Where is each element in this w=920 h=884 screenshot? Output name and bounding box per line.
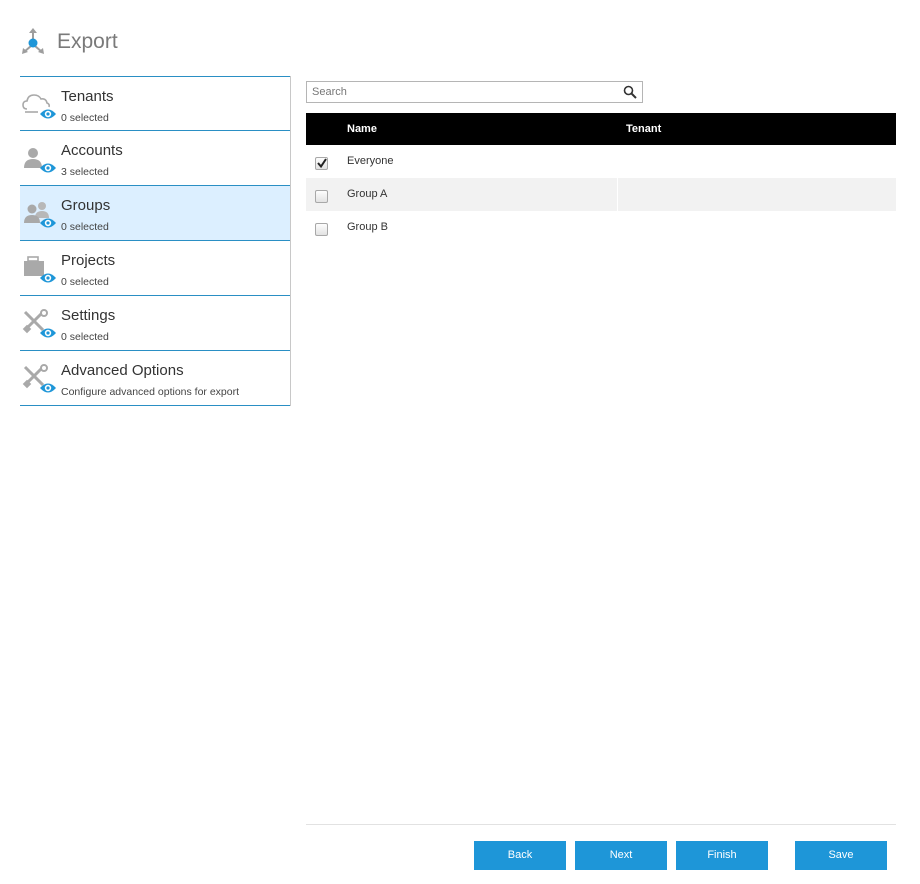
advanced-options-icon (22, 364, 58, 394)
sidebar-item-label: Accounts (61, 142, 123, 159)
page-title: Export (57, 30, 118, 53)
sidebar-item-count: 0 selected (61, 276, 109, 288)
search-icon[interactable] (623, 85, 637, 99)
settings-icon (22, 309, 58, 339)
back-button[interactable]: Back (474, 841, 566, 870)
sidebar-item-label: Advanced Options (61, 362, 184, 379)
sidebar-item-count: 3 selected (61, 166, 109, 178)
sidebar-item-count: 0 selected (61, 112, 109, 124)
tenants-icon (22, 90, 58, 120)
export-icon (20, 27, 46, 57)
sidebar-item-count: 0 selected (61, 221, 109, 233)
search-input[interactable] (307, 82, 617, 102)
sidebar-item-description: Configure advanced options for export (61, 386, 240, 398)
sidebar-item-label: Projects (61, 252, 116, 269)
next-button[interactable]: Next (575, 841, 667, 870)
sidebar-item-label: Tenants (61, 88, 114, 105)
row-checkbox[interactable] (315, 223, 328, 236)
sidebar-item-label: Groups (61, 197, 111, 214)
row-checkbox[interactable] (315, 190, 328, 203)
finish-button[interactable]: Finish (676, 841, 768, 870)
row-name: Everyone (347, 155, 394, 167)
table-row[interactable]: Everyone (306, 145, 896, 178)
search-box (306, 81, 643, 103)
main-content: Name Tenant Everyone Group A Group B (306, 81, 896, 244)
row-checkbox[interactable] (315, 157, 328, 170)
table-row[interactable]: Group B (306, 211, 896, 244)
checkmark-icon (317, 158, 327, 169)
row-name: Group A (347, 188, 388, 200)
sidebar-item-label: Settings (61, 307, 116, 324)
table-row[interactable]: Group A (306, 178, 896, 211)
projects-icon (22, 254, 58, 284)
sidebar-item-count: 0 selected (61, 331, 109, 343)
sidebar-item-advanced-options[interactable]: Advanced Options Configure advanced opti… (20, 351, 290, 406)
sidebar: Tenants 0 selected Accounts 3 selected G… (20, 76, 291, 406)
sidebar-item-settings[interactable]: Settings 0 selected (20, 296, 290, 351)
accounts-icon (22, 144, 58, 174)
sidebar-item-accounts[interactable]: Accounts 3 selected (20, 131, 290, 186)
groups-grid: Name Tenant Everyone Group A Group B (306, 113, 896, 244)
grid-header: Name Tenant (306, 113, 896, 145)
page-header: Export (20, 26, 118, 58)
sidebar-item-tenants[interactable]: Tenants 0 selected (20, 76, 290, 131)
column-header-name[interactable]: Name (347, 123, 377, 135)
save-button[interactable]: Save (795, 841, 887, 870)
footer-divider (306, 824, 896, 825)
sidebar-item-groups[interactable]: Groups 0 selected (20, 186, 290, 241)
row-name: Group B (347, 221, 388, 233)
column-divider (617, 178, 618, 211)
groups-icon (22, 199, 58, 229)
sidebar-item-projects[interactable]: Projects 0 selected (20, 241, 290, 296)
column-header-tenant[interactable]: Tenant (626, 123, 661, 135)
